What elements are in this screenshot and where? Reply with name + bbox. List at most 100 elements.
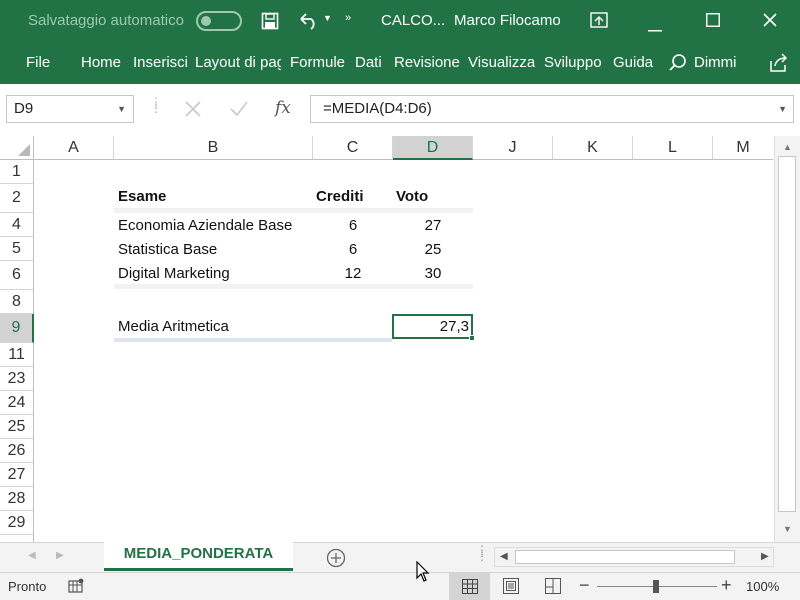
more-commands-icon[interactable]: » [345,13,351,24]
zoom-slider[interactable] [597,580,717,593]
row-header-8[interactable]: 8 [0,290,34,314]
minimize-icon[interactable] [648,20,662,36]
tell-me-box[interactable]: Dimmi [694,54,737,71]
formula-bar: D9 ▼ ⋮ ⋮ fx =MEDIA(D4:D6) ▼ [0,84,800,136]
status-mode: Pronto [8,579,47,594]
zoom-level[interactable]: 100% [746,579,779,594]
next-sheet-icon[interactable]: ▶ [56,550,64,561]
exam-cell[interactable]: Economia Aziendale Base [118,217,292,234]
row-header-9[interactable]: 9 [0,314,34,343]
row-header-6[interactable]: 6 [0,261,34,290]
header-credits[interactable]: Crediti [316,188,364,205]
row-header-2[interactable]: 2 [0,184,34,213]
name-box[interactable]: D9 ▼ [6,95,134,123]
tab-view[interactable]: Visualizza [468,54,535,71]
scroll-left-icon[interactable]: ◀ [500,551,508,562]
exam-cell[interactable]: Digital Marketing [118,265,230,282]
formula-input[interactable]: =MEDIA(D4:D6) ▼ [310,95,794,123]
tab-formulas[interactable]: Formule [290,54,345,71]
fill-handle[interactable] [469,335,475,341]
horizontal-scrollbar[interactable]: ◀ ▶ [494,547,774,567]
save-icon[interactable] [261,12,279,34]
tab-file[interactable]: File [26,54,50,71]
autosave-toggle[interactable] [196,11,242,31]
zoom-slider-thumb[interactable] [653,580,659,593]
column-header-c[interactable]: C [313,136,393,160]
page-break-view-icon[interactable] [545,578,561,597]
vertical-scroll-thumb[interactable] [778,156,796,512]
search-icon[interactable] [668,53,688,77]
zoom-out-icon[interactable]: − [579,575,590,596]
tab-page-layout[interactable]: Layout di pag [195,54,281,71]
row-header-23[interactable]: 23 [0,367,34,391]
row-header-29[interactable]: 29 [0,511,34,535]
macro-record-icon[interactable] [68,578,84,597]
normal-view-button[interactable] [449,573,490,600]
grade-cell[interactable]: 30 [393,265,473,282]
credits-cell[interactable]: 6 [313,217,393,234]
row-header-26[interactable]: 26 [0,439,34,463]
page-layout-view-icon[interactable] [503,578,519,597]
zoom-in-icon[interactable]: + [721,575,732,596]
tab-splitter-icon[interactable]: ⋮ ⋮ [476,544,488,562]
average-label[interactable]: Media Aritmetica [118,318,229,335]
sheet-tab-media-ponderata[interactable]: MEDIA_PONDERATA [104,542,293,571]
user-name[interactable]: Marco Filocamo [454,12,561,29]
drag-handle-icon[interactable]: ⋮ ⋮ [150,96,162,114]
insert-function-icon[interactable]: fx [275,98,291,118]
scroll-right-icon[interactable]: ▶ [761,551,769,562]
undo-dropdown-icon[interactable]: ▼ [323,14,332,23]
horizontal-scroll-thumb[interactable] [515,550,735,564]
column-header-l[interactable]: L [633,136,713,160]
scroll-down-icon[interactable]: ▼ [783,524,792,534]
exam-cell[interactable]: Statistica Base [118,241,217,258]
tab-data[interactable]: Dati [355,54,382,71]
grade-cell[interactable]: 27 [393,217,473,234]
vertical-scrollbar[interactable]: ▲ ▼ [774,136,800,542]
scroll-up-icon[interactable]: ▲ [783,142,792,152]
worksheet-grid: A B C D J K L M 1 2 4 5 6 8 9 11 23 24 2… [0,136,800,542]
cancel-icon [184,100,202,123]
name-box-value: D9 [14,100,34,117]
tab-developer[interactable]: Sviluppo [544,54,602,71]
add-sheet-icon[interactable] [326,548,346,573]
column-header-b[interactable]: B [114,136,313,160]
tab-review[interactable]: Revisione [394,54,460,71]
row-header-4[interactable]: 4 [0,213,34,237]
document-title: CALCO... [381,12,446,29]
header-exam[interactable]: Esame [118,188,166,205]
ribbon-display-icon[interactable] [590,12,608,32]
prev-sheet-icon[interactable]: ◀ [28,550,36,561]
average-value: 27,3 [439,318,469,335]
sheet-tab-bar: ◀ ▶ MEDIA_PONDERATA ⋮ ⋮ ◀ ▶ [0,542,800,572]
data-band [114,284,473,289]
result-band [114,338,392,342]
chevron-down-icon[interactable]: ▼ [117,104,126,114]
row-header-28[interactable]: 28 [0,487,34,511]
grade-cell[interactable]: 25 [393,241,473,258]
tab-insert[interactable]: Inserisci [133,54,188,71]
column-header-d[interactable]: D [393,136,473,160]
header-grade[interactable]: Voto [396,188,428,205]
column-header-a[interactable]: A [34,136,114,160]
column-header-j[interactable]: J [473,136,553,160]
credits-cell[interactable]: 6 [313,241,393,258]
select-all-corner[interactable] [0,136,34,160]
tab-help[interactable]: Guida [613,54,653,71]
row-header-24[interactable]: 24 [0,391,34,415]
tab-home[interactable]: Home [81,54,121,71]
maximize-icon[interactable] [706,13,720,31]
row-header-25[interactable]: 25 [0,415,34,439]
row-header-11[interactable]: 11 [0,343,34,367]
column-header-m[interactable]: M [713,136,773,160]
column-header-k[interactable]: K [553,136,633,160]
enter-icon [229,100,249,123]
expand-formula-icon[interactable]: ▼ [778,104,787,114]
row-header-27[interactable]: 27 [0,463,34,487]
row-header-5[interactable]: 5 [0,237,34,261]
share-icon[interactable] [768,53,790,77]
close-icon[interactable] [763,13,777,31]
undo-icon[interactable] [298,12,320,34]
row-header-1[interactable]: 1 [0,160,34,184]
credits-cell[interactable]: 12 [313,265,393,282]
